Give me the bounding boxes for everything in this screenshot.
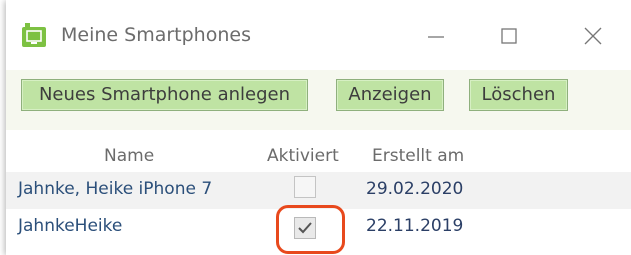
- activated-checkbox[interactable]: [294, 176, 316, 198]
- row-created-date: 22.11.2019: [366, 216, 464, 236]
- title-bar[interactable]: Meine Smartphones: [6, 0, 631, 70]
- smartphone-app-icon: [22, 23, 46, 47]
- delete-button[interactable]: Löschen: [469, 79, 568, 111]
- window-title: Meine Smartphones: [61, 24, 251, 46]
- row-name: JahnkeHeike: [18, 216, 123, 236]
- column-header-activated[interactable]: Aktiviert: [267, 146, 339, 166]
- minimize-icon: [428, 36, 444, 38]
- new-smartphone-button[interactable]: Neues Smartphone anlegen: [21, 79, 308, 111]
- column-header-created[interactable]: Erstellt am: [372, 146, 464, 166]
- column-header-name[interactable]: Name: [104, 146, 154, 166]
- smartphone-table: Name Aktiviert Erstellt am Jahnke, Heike…: [6, 130, 631, 255]
- highlight-annotation: [276, 205, 345, 254]
- maximize-icon: [501, 28, 517, 44]
- close-icon: [584, 27, 602, 45]
- row-name: Jahnke, Heike iPhone 7: [18, 179, 213, 199]
- app-window: Meine Smartphones Neues Smartphone anleg…: [6, 0, 631, 255]
- maximize-button[interactable]: [489, 18, 529, 54]
- table-row[interactable]: Jahnke, Heike iPhone 7 29.02.2020: [6, 172, 631, 209]
- toolbar: Neues Smartphone anlegen Anzeigen Lösche…: [6, 70, 631, 130]
- row-created-date: 29.02.2020: [366, 179, 464, 199]
- show-button[interactable]: Anzeigen: [336, 79, 444, 111]
- minimize-button[interactable]: [416, 18, 456, 54]
- close-button[interactable]: [573, 18, 613, 54]
